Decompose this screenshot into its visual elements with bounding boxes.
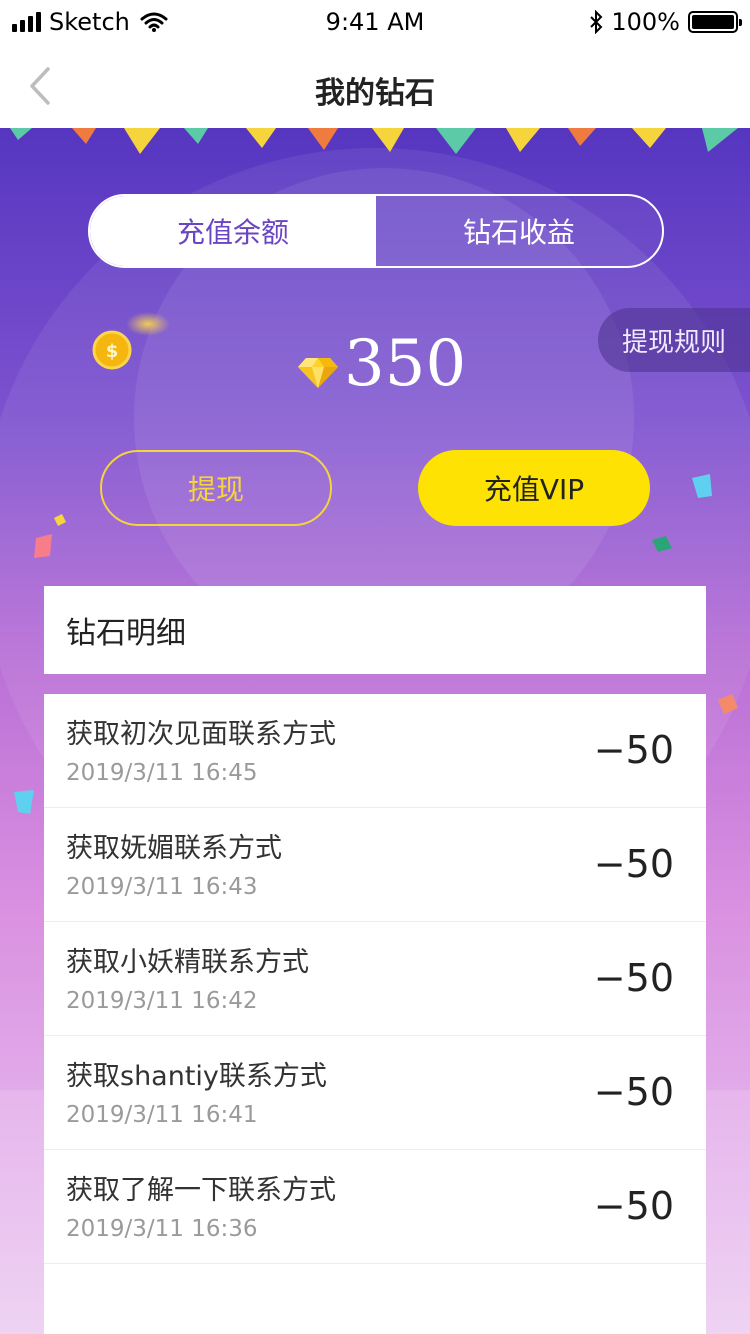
item-time: 2019/3/11 16:36 bbox=[66, 1216, 258, 1242]
status-right: 100% bbox=[589, 8, 742, 36]
item-title: 获取小妖精联系方式 bbox=[66, 947, 309, 978]
item-amount: −50 bbox=[593, 842, 674, 886]
nav-bar: 我的钻石 bbox=[0, 44, 750, 128]
item-time: 2019/3/11 16:42 bbox=[66, 988, 258, 1014]
item-amount: −50 bbox=[593, 1184, 674, 1228]
list-item[interactable]: 获取初次见面联系方式 2019/3/11 16:45 −50 bbox=[44, 694, 706, 808]
page-title: 我的钻石 bbox=[315, 76, 435, 111]
status-bar: Sketch 9:41 AM 100% bbox=[0, 0, 750, 44]
list-item[interactable]: 获取小妖精联系方式 2019/3/11 16:42 −50 bbox=[44, 922, 706, 1036]
page: Sketch 9:41 AM 100% 我的钻石 充值余额 钻石收益 提现规则 … bbox=[0, 0, 750, 1334]
item-time: 2019/3/11 16:41 bbox=[66, 1102, 258, 1128]
list-item[interactable]: 获取妩媚联系方式 2019/3/11 16:43 −50 bbox=[44, 808, 706, 922]
bluetooth-icon bbox=[590, 10, 603, 34]
battery-percent: 100% bbox=[611, 8, 680, 36]
detail-title: 钻石明细 bbox=[66, 616, 186, 651]
item-amount: −50 bbox=[593, 728, 674, 772]
list-item[interactable]: 获取shantiy联系方式 2019/3/11 16:41 −50 bbox=[44, 1036, 706, 1150]
item-title: 获取了解一下联系方式 bbox=[66, 1175, 336, 1206]
list-item[interactable]: 获取了解一下联系方式 2019/3/11 16:36 −50 bbox=[44, 1150, 706, 1264]
item-amount: −50 bbox=[593, 956, 674, 1000]
item-time: 2019/3/11 16:43 bbox=[66, 874, 258, 900]
item-time: 2019/3/11 16:45 bbox=[66, 760, 258, 786]
item-title: 获取妩媚联系方式 bbox=[66, 833, 282, 864]
diamond-detail-list: 获取初次见面联系方式 2019/3/11 16:45 −50 获取妩媚联系方式 … bbox=[44, 694, 706, 1334]
detail-header: 钻石明细 bbox=[44, 586, 706, 674]
item-title: 获取shantiy联系方式 bbox=[66, 1061, 327, 1092]
battery-icon bbox=[688, 11, 742, 33]
item-title: 获取初次见面联系方式 bbox=[66, 719, 336, 750]
item-amount: −50 bbox=[593, 1070, 674, 1114]
